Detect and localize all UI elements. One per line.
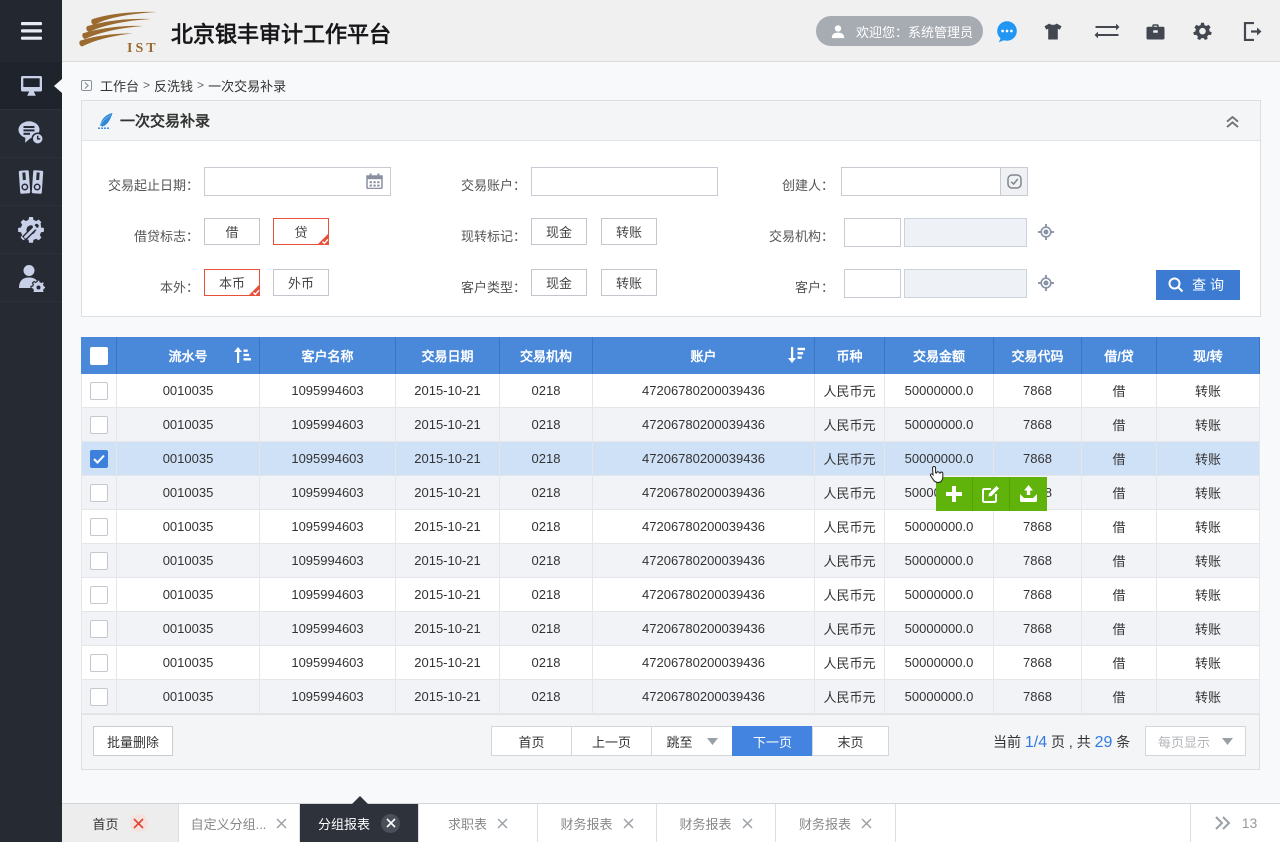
svg-text:IST: IST — [127, 41, 159, 53]
